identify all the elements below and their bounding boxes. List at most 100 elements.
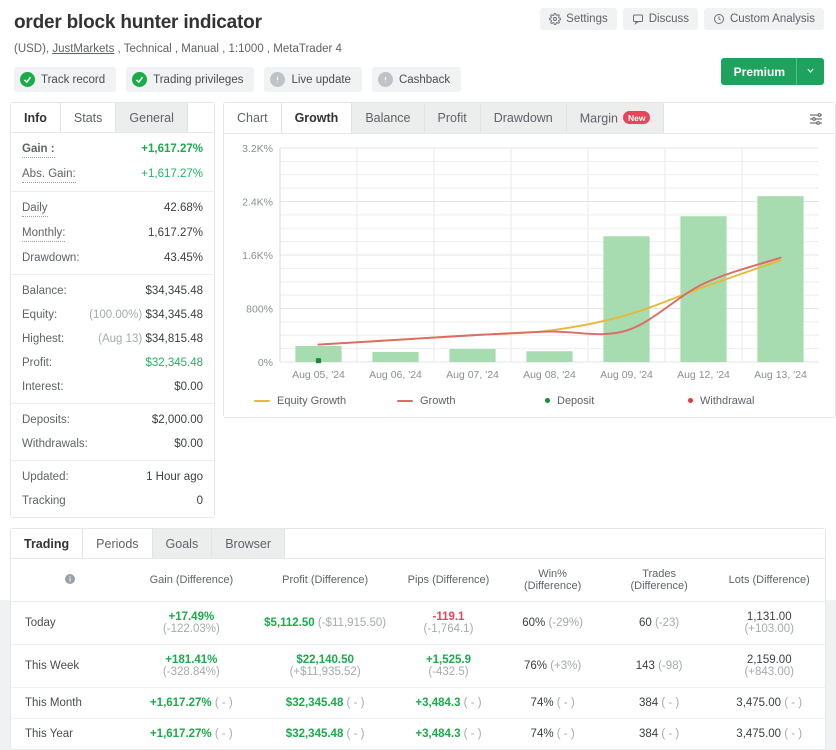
cell-value: 2,159.00 (+843.00) [713,644,825,688]
chart-x-tick-label: Aug 08, '24 [523,369,576,381]
chart-y-tick-label: 1.6K% [242,250,273,262]
column-trades: Trades (Difference) [604,559,714,602]
tab-growth[interactable]: Growth [281,103,353,133]
cell-value: -119.1 (-1,764.1) [396,601,501,645]
cell-value: 384 ( - ) [604,687,714,719]
status-badge-live-update[interactable]: Live update [264,67,362,92]
cell-value: +17.49% (-122.03%) [129,601,254,645]
chart-x-tick-label: Aug 09, '24 [600,369,653,381]
stat-value-main: $34,345.48 [145,309,203,321]
check-icon [132,72,148,87]
custom-analysis-button[interactable]: Custom Analysis [703,8,824,30]
cell-value: $32,345.48 ( - ) [254,719,397,750]
trading-panel: Trading Periods Goals Browser Gain (Diff… [10,528,826,750]
legend-item-growth[interactable]: Growth [397,395,540,407]
cell-value: +3,484.3 ( - ) [397,719,501,750]
cell-difference: ( - ) [781,728,803,740]
cell-value: 1,131.00 (+103.00) [713,601,825,645]
chart-marker-deposit[interactable] [315,357,322,363]
gear-icon [549,13,562,25]
tab-trading[interactable]: Trading [11,529,84,558]
cell-main: -119.1 [432,611,465,623]
tab-goals[interactable]: Goals [152,529,213,558]
chart-bar[interactable] [372,351,419,362]
chevron-down-icon[interactable] [797,66,824,78]
chart-panel: Chart Growth Balance Profit Drawdown Mar… [223,102,836,418]
legend-label: Withdrawal [700,394,755,407]
legend-item-equity-growth[interactable]: Equity Growth [254,395,397,407]
chart-bar[interactable] [603,235,650,362]
stat-row-equity: Equity: (100.00%) $34,345.48 [11,303,214,327]
cell-main: $32,345.48 [285,728,344,740]
stats-group-account: Balance: $34,345.48 Equity: (100.00%) $3… [11,275,214,404]
table-row[interactable]: Today +17.49% (-122.03%) $5,112.50 (-$11,9… [11,601,825,645]
chart-y-tick-label: 2.4K% [242,196,273,208]
tab-drawdown[interactable]: Drawdown [480,103,567,133]
cell-main: +1,617.27% [149,728,212,740]
cell-value: 3,475.00 ( - ) [713,687,825,719]
broker-link[interactable]: JustMarkets [52,43,114,55]
premium-wrap: Premium [720,58,824,85]
cell-difference: (-122.03%) [162,623,220,635]
table-header-row: Gain (Difference) Profit (Difference) Pi… [11,559,825,602]
stat-label: Equity: [22,309,58,321]
tab-browser[interactable]: Browser [212,529,286,558]
discuss-button[interactable]: Discuss [622,8,698,30]
stat-value-prefix: (100.00%) [89,309,143,321]
stat-label: Deposits: [22,414,70,426]
premium-button[interactable]: Premium [720,58,824,85]
status-badge-label: Track record [41,73,106,86]
status-badge-label: Cashback [398,73,451,86]
table-row[interactable]: This Year +1,617.27% ( - ) $32,345.48 ( - … [11,719,825,750]
legend-item-withdrawal[interactable]: Withdrawal [683,395,826,407]
cell-main: 384 [638,697,659,709]
cell-difference: (-328.84%) [162,666,220,678]
tab-stats[interactable]: Stats [60,103,117,132]
tab-info[interactable]: Info [11,103,61,132]
legend-item-deposit[interactable]: Deposit [540,395,683,407]
cell-main: 384 [638,728,659,740]
stat-value: 0 [196,495,203,507]
legend-line-icon [397,399,413,402]
table-row[interactable]: This Week +181.41% (-328.84%) $22,140.50 (… [11,644,825,688]
tab-margin[interactable]: Margin New [566,103,665,133]
cell-value: +1,617.27% ( - ) [129,687,254,719]
tab-general[interactable]: General [116,103,188,132]
chart-settings-button[interactable] [803,107,829,133]
tab-balance[interactable]: Balance [352,103,425,133]
tab-periods[interactable]: Periods [83,529,153,558]
chart-bar[interactable] [757,195,804,362]
cell-value: 3,475.00 ( - ) [713,719,825,750]
chart-x-tick-label: Aug 12, '24 [677,369,730,381]
growth-chart: 0% 800% 1.6K% 2.4K% 3.2K% Aug 05, '24 Aug 06, … [224,134,835,389]
account-meta: , Technical , Manual , 1:1000 , MetaTrad… [114,43,342,55]
stat-value: 43.45% [163,252,203,264]
status-badge-track-record[interactable]: Track record [14,67,117,92]
stat-row-highest: Highest: (Aug 13) $34,815.48 [11,327,214,351]
stat-value: $0.00 [174,438,203,450]
chart-bar[interactable] [449,348,496,362]
column-period [11,559,129,602]
cell-main: 60 [638,617,652,629]
chart-bar[interactable] [526,350,573,362]
tab-profit[interactable]: Profit [424,103,481,133]
stats-list: Gain : +1,617.27% Abs. Gain: +1,617.27% … [11,133,214,517]
cell-period: This Week [11,644,129,688]
table-body: Today +17.49% (-122.03%) $5,112.50 (-$11,9… [11,601,825,750]
table-row[interactable]: This Month +1,617.27% ( - ) $32,345.48 ( -… [11,687,825,719]
status-badge-cashback[interactable]: Cashback [371,67,462,92]
stat-row-monthly: Monthly: 1,617.27% [11,221,214,246]
stat-label: Gain : [22,141,55,158]
cell-main: 76% [523,660,548,672]
currency-label: (USD), [14,43,53,55]
app-page: order block hunter indicator (USD), Just… [0,0,836,750]
tab-chart[interactable]: Chart [224,103,282,133]
premium-button-label: Premium [733,64,785,79]
cell-period: Today [11,601,129,645]
info-icon[interactable] [64,573,76,588]
status-badge-trading-privileges[interactable]: Trading privileges [126,67,255,92]
cell-main: 74% [530,728,554,740]
chart-bar[interactable] [680,215,727,362]
cell-main: 143 [635,660,655,672]
settings-button[interactable]: Settings [540,8,617,30]
